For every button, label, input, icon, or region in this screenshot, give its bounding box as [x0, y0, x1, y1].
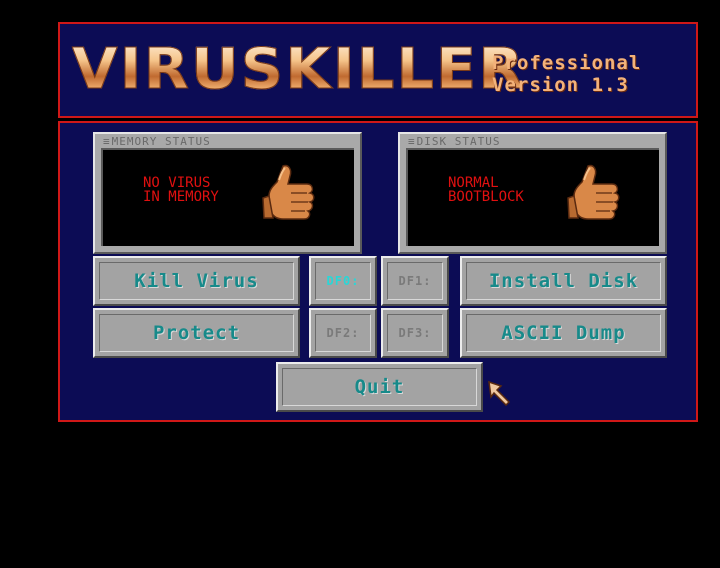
main-panel: MEMORY STATUS NO VIRUS IN MEMORY DISK ST… — [58, 121, 698, 422]
title-banner: VIRUSKILLER Professional Version 1.3 — [58, 22, 698, 118]
drive-df1-label: DF1: — [398, 274, 432, 288]
edition-info: Professional Version 1.3 — [492, 52, 641, 96]
drive-df3-button[interactable]: DF3: — [381, 308, 449, 358]
drive-df0-label: DF0: — [326, 274, 360, 288]
thumbs-up-icon — [262, 164, 315, 220]
disk-status-panel: DISK STATUS NORMAL BOOTBLOCK — [398, 132, 667, 254]
memory-status-panel: MEMORY STATUS NO VIRUS IN MEMORY — [93, 132, 362, 254]
memory-status-message: NO VIRUS IN MEMORY — [143, 175, 219, 205]
memory-status-title: MEMORY STATUS — [103, 135, 211, 148]
install-disk-button[interactable]: Install Disk — [460, 256, 667, 306]
protect-button[interactable]: Protect — [93, 308, 300, 358]
ascii-dump-label: ASCII Dump — [501, 322, 626, 344]
drive-df2-label: DF2: — [326, 326, 360, 340]
viruskiller-logo: VIRUSKILLER — [71, 37, 526, 102]
drive-df3-label: DF3: — [398, 326, 432, 340]
disk-status-message: NORMAL BOOTBLOCK — [448, 175, 524, 205]
version-label: Version 1.3 — [492, 74, 629, 96]
install-disk-label: Install Disk — [488, 270, 639, 292]
disk-status-screen: NORMAL BOOTBLOCK — [406, 148, 659, 246]
edition-label: Professional — [492, 52, 642, 74]
mouse-pointer-icon — [488, 380, 511, 406]
protect-label: Protect — [152, 322, 241, 344]
kill-virus-button[interactable]: Kill Virus — [93, 256, 300, 306]
drive-df0-button[interactable]: DF0: — [309, 256, 377, 306]
quit-button[interactable]: Quit — [276, 362, 483, 412]
memory-status-screen: NO VIRUS IN MEMORY — [101, 148, 354, 246]
kill-virus-label: Kill Virus — [134, 270, 259, 292]
ascii-dump-button[interactable]: ASCII Dump — [460, 308, 667, 358]
quit-label: Quit — [354, 376, 405, 398]
thumbs-up-icon — [567, 164, 620, 220]
disk-status-title: DISK STATUS — [408, 135, 500, 148]
drive-df1-button[interactable]: DF1: — [381, 256, 449, 306]
drive-df2-button[interactable]: DF2: — [309, 308, 377, 358]
